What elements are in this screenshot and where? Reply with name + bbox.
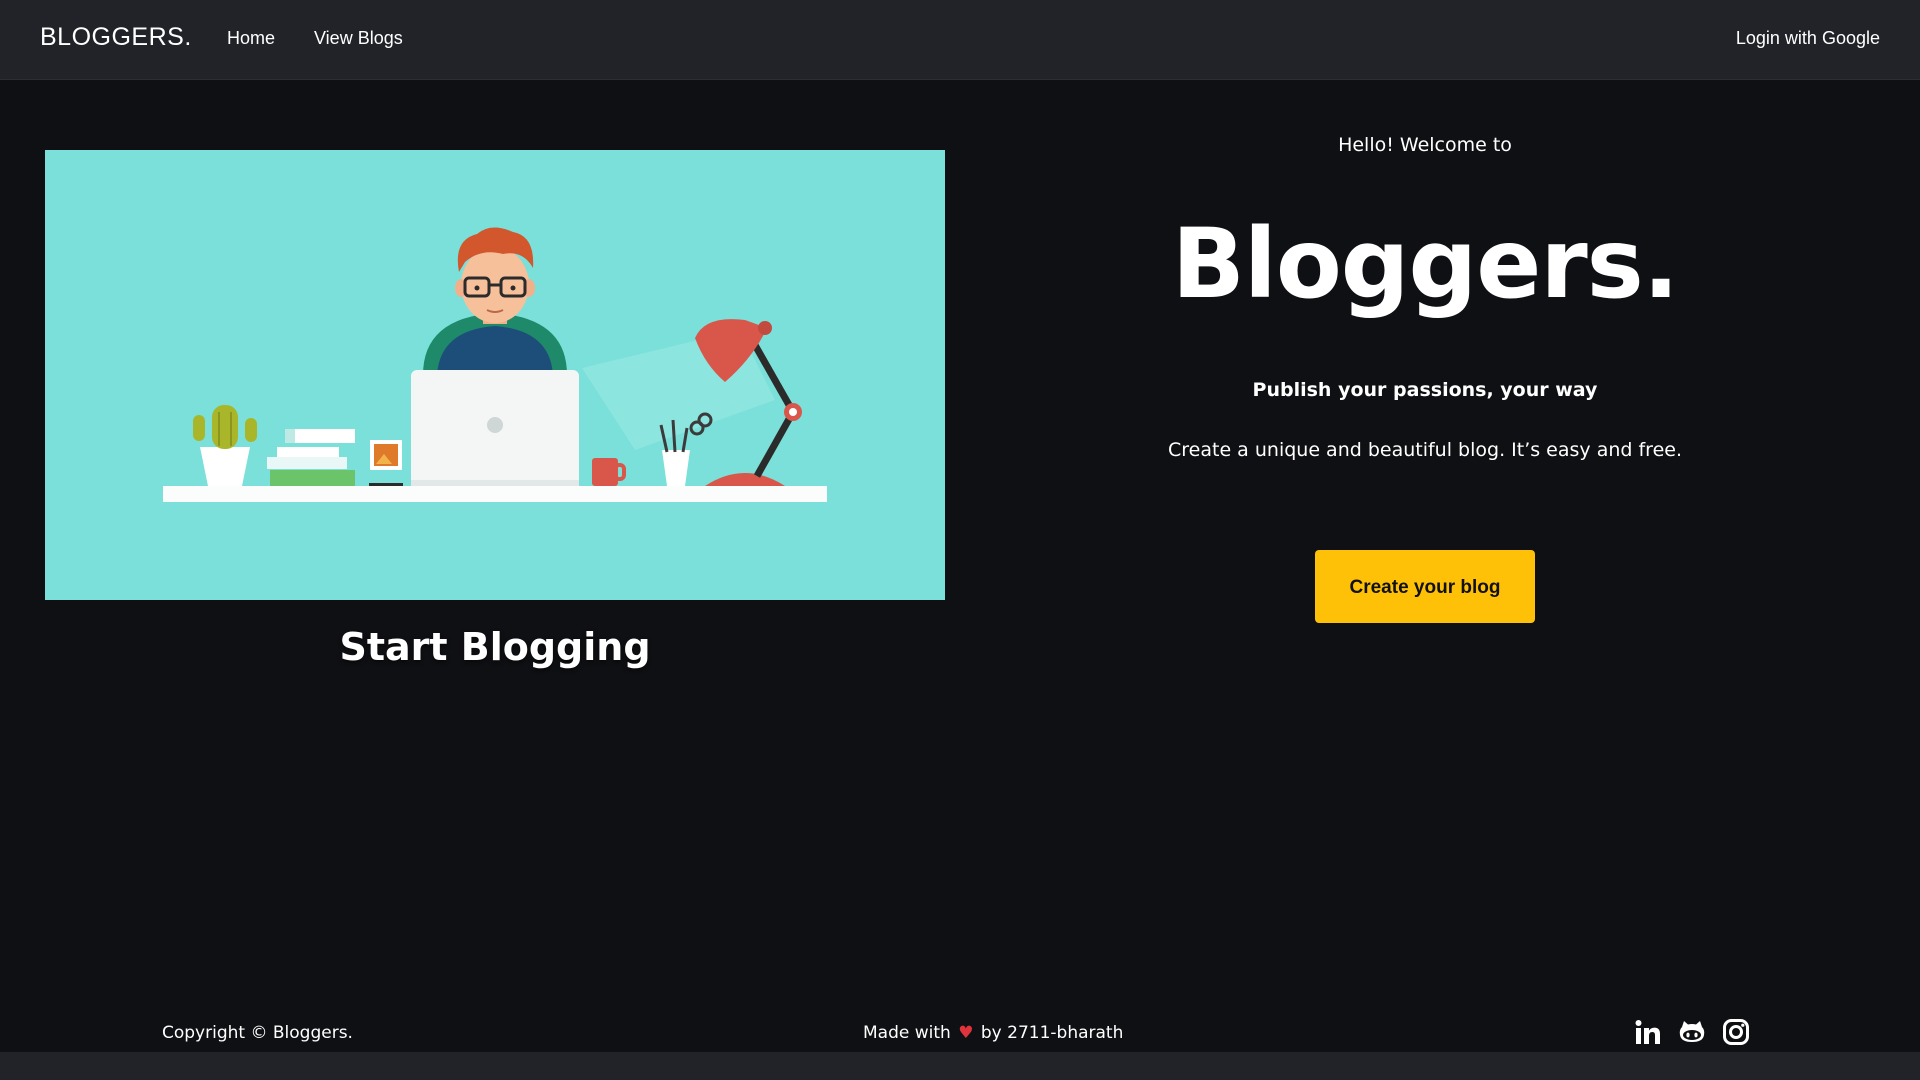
- brand-logo[interactable]: BLOGGERS.: [40, 23, 192, 52]
- nav-link-view-blogs[interactable]: View Blogs: [314, 28, 403, 49]
- navbar: BLOGGERS. Home View Blogs Login with Goo…: [0, 0, 1920, 80]
- hero-illustration: [45, 150, 945, 600]
- bottom-bar: [0, 1052, 1920, 1080]
- create-your-blog-button[interactable]: Create your blog: [1315, 550, 1535, 623]
- login-with-google-link[interactable]: Login with Google: [1736, 28, 1880, 49]
- copyright-text: Copyright © Bloggers.: [162, 1023, 353, 1043]
- hero-tagline: Publish your passions, your way: [1252, 379, 1598, 401]
- nav-link-home[interactable]: Home: [227, 28, 275, 49]
- instagram-icon[interactable]: [1722, 1018, 1750, 1046]
- footer: Copyright © Bloggers. Made with ♥ by 271…: [0, 1000, 1920, 1052]
- heart-icon: ♥: [958, 1023, 974, 1043]
- start-blogging-caption: Start Blogging: [339, 625, 651, 669]
- welcome-text: Hello! Welcome to: [1338, 134, 1512, 156]
- made-with-prefix: Made with: [863, 1023, 951, 1043]
- hero-title: Bloggers.: [1171, 208, 1680, 320]
- made-with-credit: Made with ♥ by 2711-bharath: [863, 1023, 1123, 1043]
- linkedin-icon[interactable]: [1634, 1018, 1662, 1046]
- hero-description: Create a unique and beautiful blog. It’s…: [1168, 439, 1682, 461]
- github-icon[interactable]: [1678, 1018, 1706, 1046]
- made-with-suffix: by 2711-bharath: [980, 1023, 1124, 1043]
